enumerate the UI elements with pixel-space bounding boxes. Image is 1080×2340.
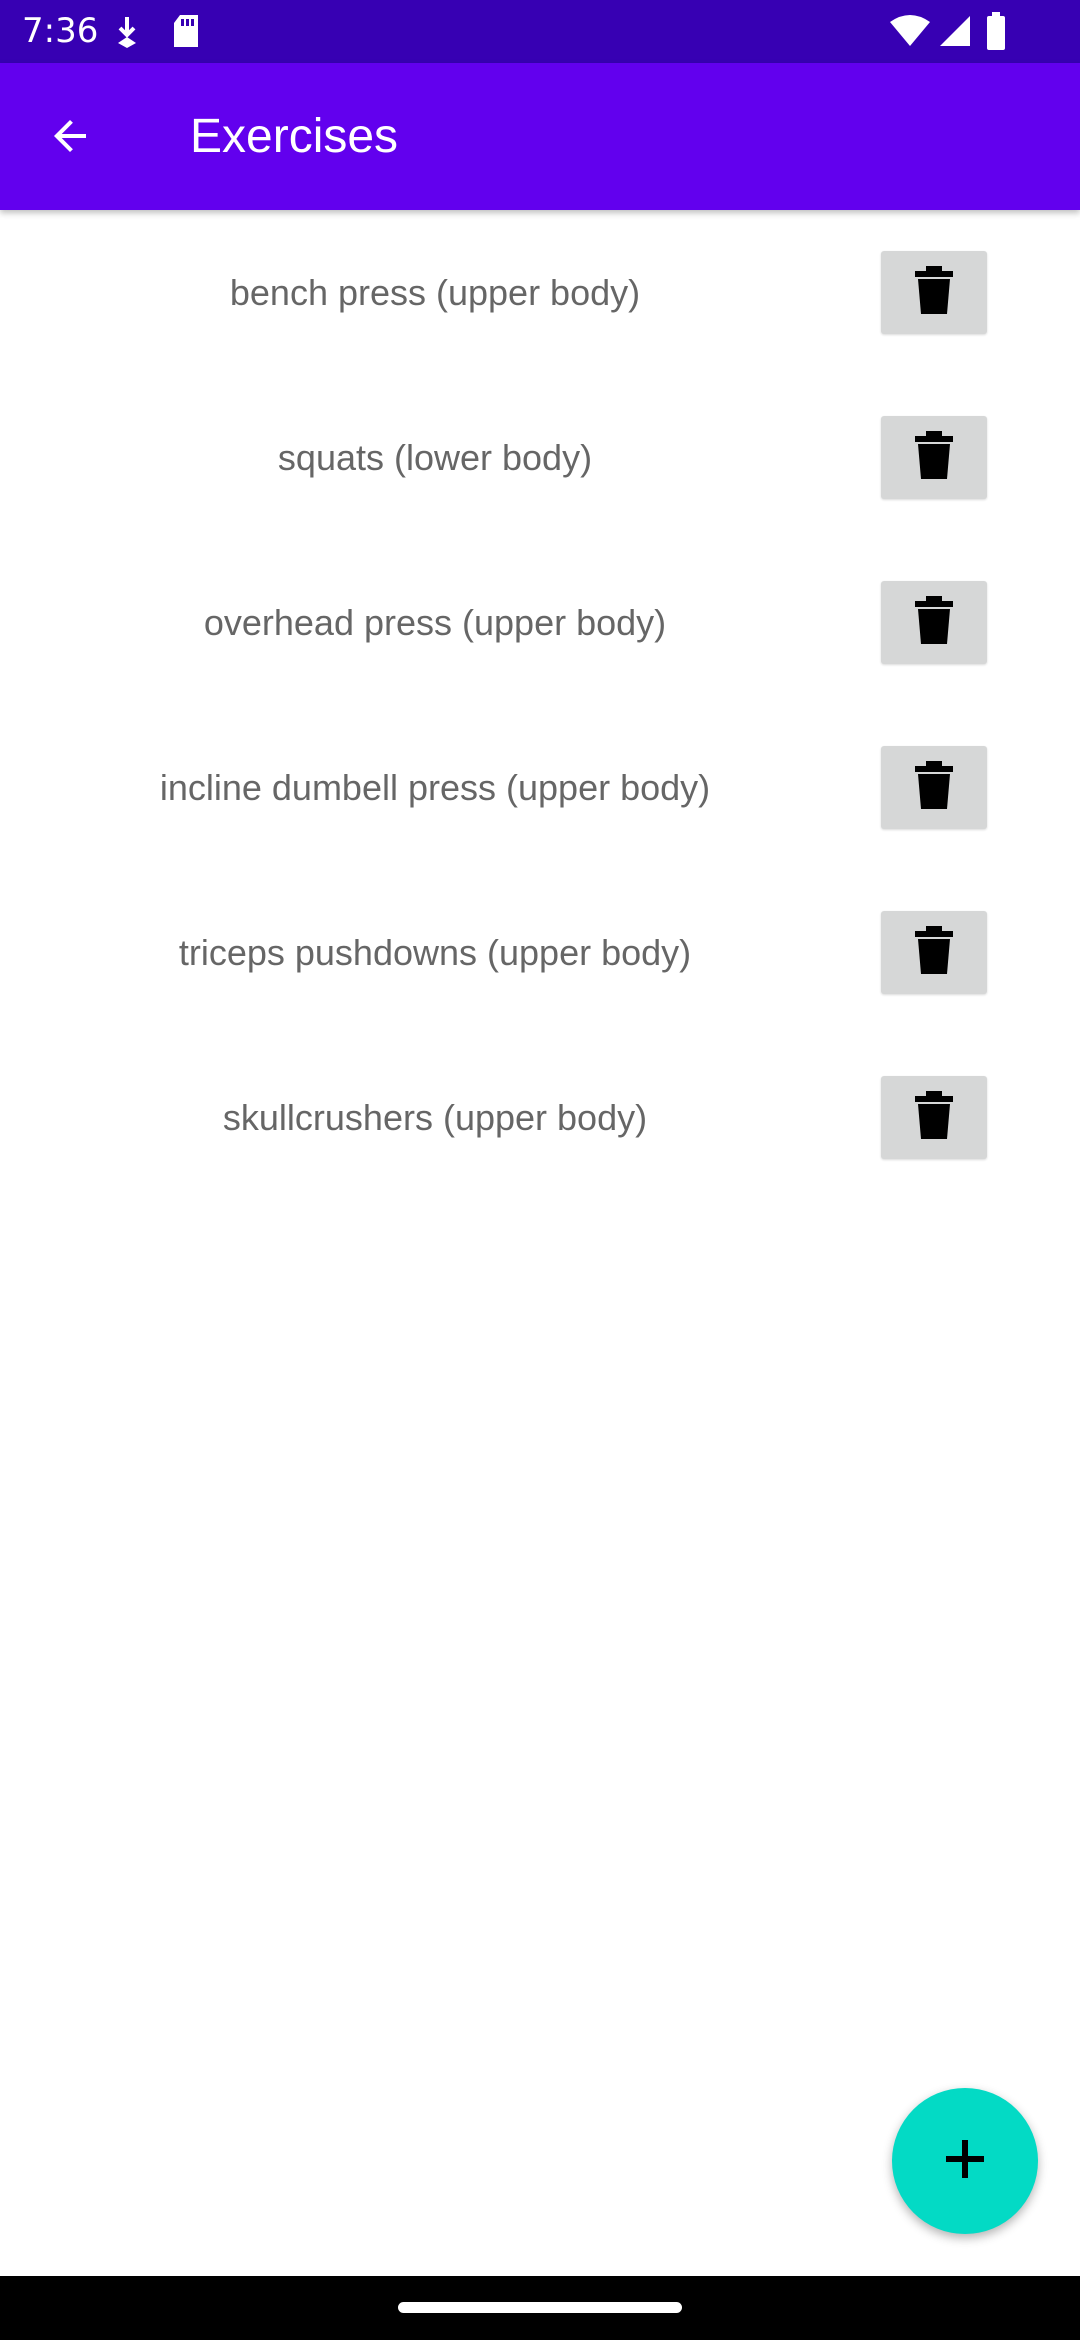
- list-item: skullcrushers (upper body): [0, 1035, 1080, 1200]
- exercise-label: bench press (upper body): [229, 271, 641, 313]
- arrow-back-icon: [46, 112, 94, 165]
- exercise-label: skullcrushers (upper body): [222, 1096, 648, 1138]
- delete-button[interactable]: [881, 581, 987, 664]
- sd-card-icon: [172, 13, 200, 54]
- exercise-label: squats (lower body): [277, 436, 593, 478]
- list-item: overhead press (upper body): [0, 540, 1080, 705]
- list-item: squats (lower body): [0, 375, 1080, 540]
- add-exercise-button[interactable]: [892, 2088, 1038, 2234]
- navigation-bar: [0, 2276, 1080, 2340]
- app-bar: Exercises: [0, 63, 1080, 210]
- list-item: triceps pushdowns (upper body): [0, 870, 1080, 1035]
- trash-icon: [914, 925, 954, 980]
- battery-icon: [986, 12, 1006, 55]
- status-bar: 7:36: [0, 0, 1080, 63]
- exercise-label: triceps pushdowns (upper body): [178, 931, 692, 973]
- plus-icon: [943, 2137, 987, 2186]
- delete-button[interactable]: [881, 416, 987, 499]
- exercise-list: bench press (upper body) squats (lower b…: [0, 210, 1080, 1200]
- exercise-label: overhead press (upper body): [203, 601, 667, 643]
- delete-button[interactable]: [881, 911, 987, 994]
- delete-button[interactable]: [881, 746, 987, 829]
- delete-button[interactable]: [881, 1076, 987, 1159]
- status-time: 7:36: [22, 11, 99, 51]
- cellular-signal-icon: [938, 14, 972, 53]
- trash-icon: [914, 1090, 954, 1145]
- trash-icon: [914, 760, 954, 815]
- home-gesture-handle[interactable]: [398, 2302, 682, 2313]
- exercise-label: incline dumbell press (upper body): [159, 766, 711, 808]
- delete-button[interactable]: [881, 251, 987, 334]
- page-title: Exercises: [190, 110, 399, 163]
- trash-icon: [914, 430, 954, 485]
- wifi-icon: [890, 14, 930, 53]
- trash-icon: [914, 595, 954, 650]
- back-button[interactable]: [30, 103, 110, 173]
- list-item: incline dumbell press (upper body): [0, 705, 1080, 870]
- trash-icon: [914, 265, 954, 320]
- download-indicator-icon: [114, 13, 140, 54]
- list-item: bench press (upper body): [0, 210, 1080, 375]
